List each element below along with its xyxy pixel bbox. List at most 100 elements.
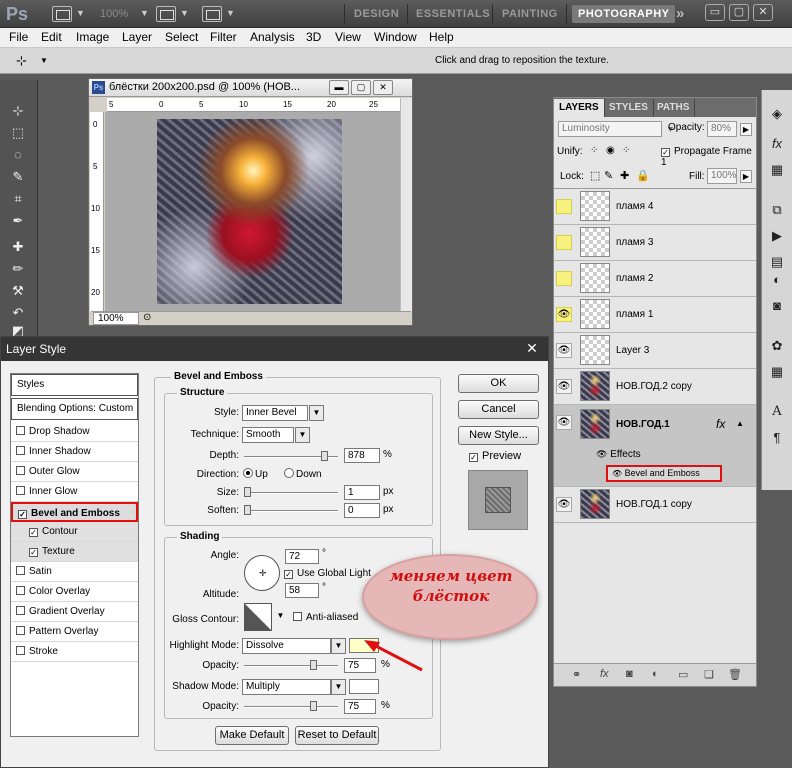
swatch-grid-dock-icon[interactable]: ▦ xyxy=(767,362,787,382)
make-default-button[interactable]: Make Default xyxy=(215,726,289,745)
status-menu-icon[interactable]: ⊙ xyxy=(143,312,151,323)
unify-position-icon[interactable]: ⁘ xyxy=(590,145,598,156)
workspace-essentials[interactable]: ESSENTIALS xyxy=(410,5,496,23)
fx-dock-icon[interactable]: fx xyxy=(767,134,787,154)
opacity-slider-button[interactable]: ▶ xyxy=(740,123,752,136)
soften-field[interactable]: 0 xyxy=(344,503,380,518)
chevron-down-icon[interactable]: ▼ xyxy=(226,8,235,18)
add-mask-icon[interactable]: ◙ xyxy=(626,668,633,680)
style-inner-glow[interactable]: Inner Glow xyxy=(11,482,138,502)
checkbox[interactable] xyxy=(16,486,25,495)
link-layers-icon[interactable]: ⚭ xyxy=(572,668,581,681)
chevron-down-icon[interactable]: ▼ xyxy=(180,8,189,18)
history-brush-icon[interactable]: ↶ xyxy=(8,304,28,322)
visibility-toggle[interactable]: 👁 xyxy=(556,497,572,512)
chevron-down-icon[interactable]: ▼ xyxy=(140,8,149,18)
soften-slider[interactable] xyxy=(244,510,338,512)
reset-default-button[interactable]: Reset to Default xyxy=(295,726,379,745)
style-drop-shadow[interactable]: Drop Shadow xyxy=(11,422,138,442)
screen-mode-icon[interactable] xyxy=(202,6,222,22)
style-bevel-emboss[interactable]: ✓ Bevel and Emboss xyxy=(11,502,138,522)
style-stroke[interactable]: Stroke xyxy=(11,642,138,662)
style-satin[interactable]: Satin xyxy=(11,562,138,582)
workspace-painting[interactable]: PAINTING xyxy=(496,5,564,23)
color-dock-icon[interactable]: ✿ xyxy=(767,336,787,356)
visibility-toggle[interactable] xyxy=(556,271,572,286)
dialog-close-button[interactable]: ✕ xyxy=(522,339,542,358)
chevron-down-icon[interactable]: ▼ xyxy=(273,609,288,625)
technique-select[interactable]: Smooth xyxy=(242,427,294,443)
arrange-documents-icon[interactable] xyxy=(156,6,176,22)
more-workspaces-icon[interactable]: » xyxy=(676,5,684,22)
menu-select[interactable]: Select xyxy=(165,30,198,44)
doc-close-button[interactable]: ✕ xyxy=(373,80,393,95)
effect-bevel-emboss[interactable]: 👁 Bevel and Emboss xyxy=(606,465,722,482)
style-outer-glow[interactable]: Outer Glow xyxy=(11,462,138,482)
chevron-down-icon[interactable]: ▼ xyxy=(331,679,346,695)
chevron-down-icon[interactable]: ▼ xyxy=(295,427,310,443)
swatches-dock-icon[interactable]: ▦ xyxy=(767,160,787,180)
crop-tool-icon[interactable]: ⌗ xyxy=(8,190,28,208)
visibility-toggle[interactable]: 👁 xyxy=(556,307,572,322)
menu-image[interactable]: Image xyxy=(76,30,109,44)
move-tool-icon[interactable]: ⊹ xyxy=(16,53,27,69)
checkbox[interactable] xyxy=(16,426,25,435)
depth-slider-thumb[interactable] xyxy=(321,451,328,461)
bridge-icon[interactable] xyxy=(52,6,72,22)
checkbox[interactable] xyxy=(16,646,25,655)
blending-options-item[interactable]: Blending Options: Custom xyxy=(11,398,138,420)
fill-field[interactable]: 100% xyxy=(707,168,737,184)
checkbox-checked[interactable]: ✓ xyxy=(29,548,38,557)
lock-image-icon[interactable]: ✎ xyxy=(604,169,613,182)
paragraph-dock-icon[interactable]: ¶ xyxy=(767,428,787,448)
menu-window[interactable]: Window xyxy=(374,30,417,44)
lock-transparent-icon[interactable]: ⬚ xyxy=(590,169,600,182)
checkbox-checked[interactable]: ✓ xyxy=(18,510,27,519)
visibility-toggle[interactable]: 👁 xyxy=(556,343,572,358)
style-color-overlay[interactable]: Color Overlay xyxy=(11,582,138,602)
new-group-icon[interactable]: ▭ xyxy=(678,668,688,681)
layers-dock-icon[interactable]: ◈ xyxy=(767,104,787,124)
highlight-mode-select[interactable]: Dissolve xyxy=(242,638,331,654)
size-slider-thumb[interactable] xyxy=(244,487,251,497)
adjustments-dock-icon[interactable]: ◐ xyxy=(767,270,787,290)
chevron-down-icon[interactable]: ▼ xyxy=(76,8,85,18)
workspace-photography[interactable]: PHOTOGRAPHY xyxy=(572,5,676,23)
blend-mode-select[interactable]: Luminosity xyxy=(558,121,662,137)
marquee-tool-icon[interactable]: ⬚ xyxy=(8,124,28,142)
eyedropper-icon[interactable]: ✒ xyxy=(8,212,28,230)
opacity-field[interactable]: 80% xyxy=(707,121,737,137)
maximize-button[interactable]: ▢ xyxy=(729,4,749,21)
candle-frost-image[interactable] xyxy=(157,119,342,304)
zoom-level[interactable]: 100% xyxy=(100,8,128,20)
size-slider[interactable] xyxy=(244,492,338,494)
document-title-bar[interactable]: Ps блёстки 200x200.psd @ 100% (НОВ... ▬ … xyxy=(89,79,412,97)
style-contour[interactable]: ✓ Contour xyxy=(11,522,138,542)
menu-layer[interactable]: Layer xyxy=(122,30,152,44)
visibility-toggle[interactable]: 👁 xyxy=(556,379,572,394)
visibility-toggle[interactable] xyxy=(556,235,572,250)
quick-selection-icon[interactable]: ✎ xyxy=(8,168,28,186)
layer-row[interactable]: 👁 пламя 1 xyxy=(554,297,756,333)
cancel-button[interactable]: Cancel xyxy=(458,400,539,419)
adjustment-layer-icon[interactable]: ◐ xyxy=(652,668,659,680)
masks-dock-icon[interactable]: ◙ xyxy=(767,296,787,316)
brush-tool-icon[interactable]: ✏ xyxy=(8,260,28,278)
visibility-toggle[interactable] xyxy=(556,199,572,214)
menu-filter[interactable]: Filter xyxy=(210,30,237,44)
highlight-opacity-slider[interactable] xyxy=(244,665,338,667)
global-light-checkbox[interactable]: ✓ Use Global Light xyxy=(284,568,371,579)
tab-paths[interactable]: PATHS xyxy=(652,99,696,117)
unify-visibility-icon[interactable]: ◉ xyxy=(606,145,615,156)
spot-healing-icon[interactable]: ✚ xyxy=(8,238,28,256)
add-style-icon[interactable]: fx xyxy=(600,668,609,680)
soften-slider-thumb[interactable] xyxy=(244,505,251,515)
character-dock-icon[interactable]: A xyxy=(767,402,787,422)
workspace-design[interactable]: DESIGN xyxy=(348,5,405,23)
direction-up-radio[interactable]: Up xyxy=(243,468,268,480)
angle-field[interactable]: 72 xyxy=(285,549,319,564)
propagate-checkbox[interactable]: ✓ Propagate Frame 1 xyxy=(661,146,756,168)
style-texture[interactable]: ✓ Texture xyxy=(11,542,138,562)
collapse-triangle-icon[interactable]: ▲ xyxy=(736,419,744,428)
bevel-style-select[interactable]: Inner Bevel xyxy=(242,405,308,421)
